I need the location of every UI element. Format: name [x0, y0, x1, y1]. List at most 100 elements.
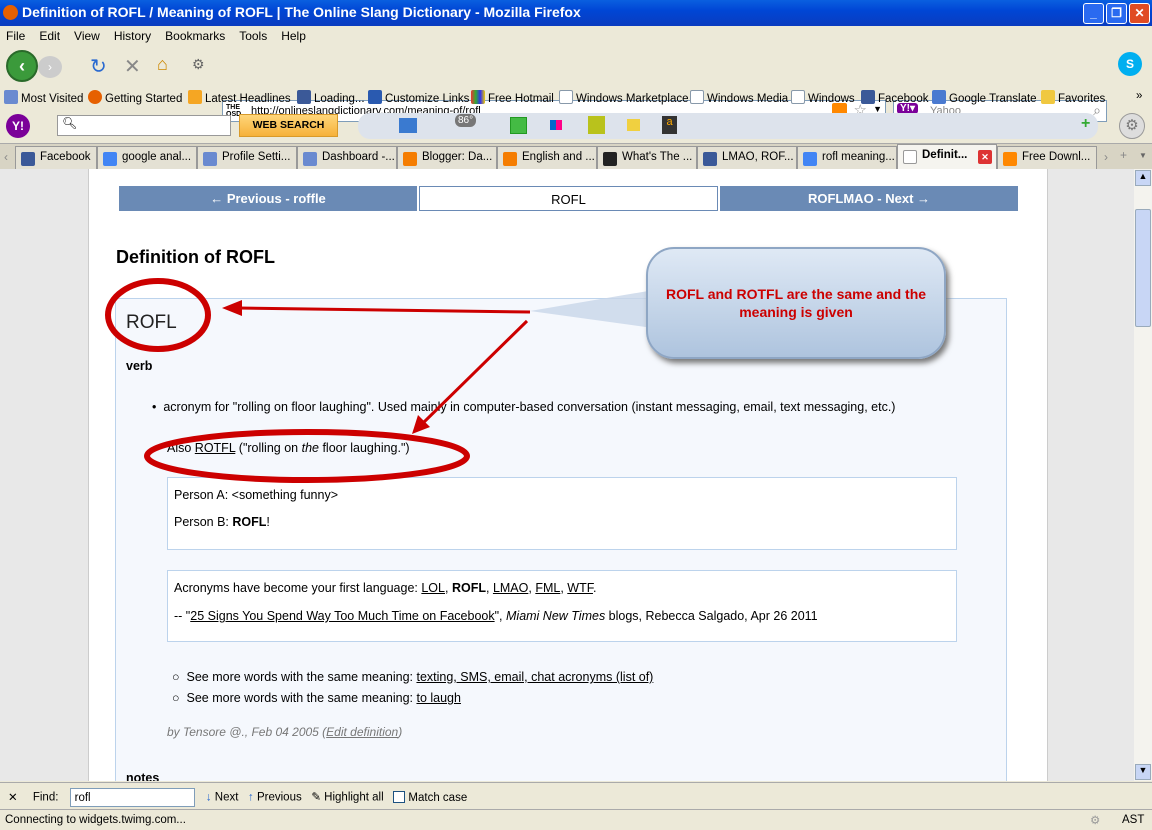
tab[interactable]: Dashboard -...	[297, 146, 397, 169]
web-search-button[interactable]: WEB SEARCH	[239, 114, 338, 137]
mail-icon[interactable]	[399, 118, 417, 133]
menu-bookmarks[interactable]: Bookmarks	[165, 29, 225, 43]
tab[interactable]: Blogger: Da...	[397, 146, 497, 169]
bookmark-free-hotmail[interactable]: Free Hotmail	[471, 90, 554, 105]
tab[interactable]: English and ...	[497, 146, 597, 169]
navigation-toolbar: ‹ › ↻ ✕ ⌂ ⚙ THE OSD http://onlineslangdi…	[0, 46, 1152, 122]
tab-label: What's The ...	[622, 151, 693, 163]
bookmark-favorites[interactable]: Favorites	[1041, 90, 1105, 105]
new-tab-icon[interactable]: +	[1120, 148, 1127, 162]
bookmark-windows[interactable]: Windows	[791, 90, 855, 105]
add-widget-icon[interactable]: +	[1081, 115, 1090, 133]
search-icon: 🔍︎	[62, 116, 78, 130]
back-button[interactable]: ‹	[6, 50, 38, 82]
maximize-button[interactable]: ❐	[1106, 3, 1127, 24]
tab-favicon-icon	[1003, 152, 1017, 166]
folder-icon	[1041, 90, 1055, 104]
tab-label: Profile Setti...	[222, 151, 291, 163]
menu-help[interactable]: Help	[281, 29, 306, 43]
amazon-icon[interactable]: a	[662, 116, 677, 134]
widget-icon[interactable]	[510, 117, 527, 134]
reload-icon[interactable]: ↻	[90, 54, 107, 79]
match-case-checkbox[interactable]: Match case	[393, 790, 467, 804]
tab[interactable]: LMAO, ROF...	[697, 146, 797, 169]
vertical-scrollbar[interactable]: ▲ ▼	[1134, 169, 1152, 781]
tab[interactable]: google anal...	[97, 146, 197, 169]
highlight-all-button[interactable]: ✎ Highlight all	[311, 792, 383, 804]
scroll-up-icon[interactable]: ▲	[1135, 170, 1151, 186]
find-bar: ✕ Find: ↓ Next ↑ Previous ✎ Highlight al…	[0, 782, 1152, 809]
windows-icon	[471, 90, 485, 104]
tab[interactable]: Free Downl...	[997, 146, 1097, 169]
tab-label: English and ...	[522, 151, 595, 163]
msn-icon	[368, 90, 382, 104]
addon-status-icon[interactable]: ⚙	[1090, 813, 1100, 827]
menu-edit[interactable]: Edit	[39, 29, 60, 43]
yahoo-logo-icon[interactable]: Y!	[6, 114, 30, 138]
bookmark-windows-marketplace[interactable]: Windows Marketplace	[559, 90, 688, 105]
page-icon	[559, 90, 573, 104]
annotation-circle-rotfl	[144, 429, 470, 483]
arrow-up-icon: ↑	[248, 791, 254, 804]
bookmark-customize-links[interactable]: Customize Links	[368, 90, 469, 105]
tab[interactable]: Definit... ✕	[897, 144, 997, 170]
tab-label: Blogger: Da...	[422, 151, 493, 163]
close-tab-icon[interactable]: ✕	[978, 150, 992, 164]
tab-scroll-left-icon[interactable]: ‹	[4, 150, 8, 164]
menu-view[interactable]: View	[74, 29, 100, 43]
widget-icon[interactable]	[627, 119, 640, 131]
window-title: Definition of ROFL / Meaning of ROFL | T…	[22, 4, 581, 20]
menu-file[interactable]: File	[6, 29, 25, 43]
widget-icon[interactable]	[588, 116, 605, 134]
flickr-icon[interactable]	[550, 120, 562, 130]
translate-icon	[932, 90, 946, 104]
web-content: ← Previous - roffle ROFL ROFLMAO - Next …	[0, 169, 1134, 781]
tab-label: Facebook	[40, 151, 91, 163]
tab-favicon-icon	[403, 152, 417, 166]
tab[interactable]: What's The ...	[597, 146, 697, 169]
firefox-icon	[88, 90, 102, 104]
facebook-icon	[297, 90, 311, 104]
bookmark-windows-media[interactable]: Windows Media	[690, 90, 788, 105]
scrollbar-thumb[interactable]	[1135, 209, 1151, 327]
status-right-label: AST	[1122, 814, 1145, 826]
tab[interactable]: Facebook	[15, 146, 97, 169]
bookmark-latest-headlines[interactable]: Latest Headlines	[188, 90, 291, 105]
bookmark-most-visited[interactable]: Most Visited	[4, 90, 83, 105]
minimize-button[interactable]: _	[1083, 3, 1104, 24]
bookmark-loading[interactable]: Loading...	[297, 90, 365, 105]
menu-bar: File Edit View History Bookmarks Tools Help	[0, 26, 1152, 46]
addon-icon[interactable]: ⚙	[192, 56, 205, 73]
close-button[interactable]: ✕	[1129, 3, 1150, 24]
settings-gear-icon[interactable]: ⚙	[1119, 113, 1145, 139]
tab-favicon-icon	[203, 152, 217, 166]
find-input[interactable]	[69, 788, 195, 807]
weather-badge[interactable]: 86°	[455, 114, 477, 127]
tab-label: LMAO, ROF...	[722, 151, 794, 163]
annotation-arrowhead	[222, 300, 242, 316]
scroll-down-icon[interactable]: ▼	[1135, 764, 1151, 780]
bookmark-facebook[interactable]: Facebook	[861, 90, 929, 105]
close-find-icon[interactable]: ✕	[8, 792, 18, 804]
skype-icon[interactable]: S	[1118, 52, 1142, 76]
tab-label: Free Downl...	[1022, 151, 1091, 163]
tab-label: google anal...	[122, 151, 192, 163]
tab[interactable]: Profile Setti...	[197, 146, 297, 169]
rss-icon	[188, 90, 202, 104]
menu-history[interactable]: History	[114, 29, 151, 43]
bookmark-getting-started[interactable]: Getting Started	[88, 90, 182, 105]
bookmark-google-translate[interactable]: Google Translate	[932, 90, 1037, 105]
more-bookmarks-chevron-icon[interactable]: »	[1136, 90, 1142, 102]
bookmarks-toolbar: Most Visited Getting Started Latest Head…	[0, 86, 1152, 108]
yahoo-search-input[interactable]: 🔍︎	[57, 115, 231, 136]
find-previous-button[interactable]: ↑ Previous	[248, 792, 302, 804]
home-icon[interactable]: ⌂	[157, 54, 168, 75]
tab[interactable]: rofl meaning...	[797, 146, 897, 169]
stop-icon[interactable]: ✕	[124, 54, 141, 79]
menu-tools[interactable]: Tools	[239, 29, 267, 43]
tab-scroll-right-icon[interactable]: ›	[1104, 150, 1108, 164]
find-next-button[interactable]: ↓ Next	[206, 792, 239, 804]
forward-button[interactable]: ›	[38, 56, 62, 78]
tab-label: Definit...	[922, 149, 968, 161]
tab-list-dropdown-icon[interactable]: ▼	[1139, 151, 1147, 160]
